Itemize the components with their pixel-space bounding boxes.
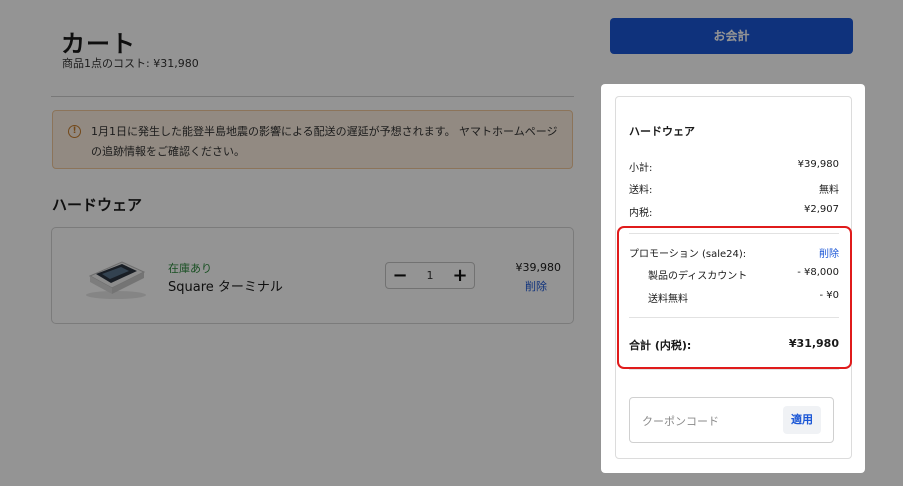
stock-status: 在庫あり: [168, 262, 212, 275]
info-circle-icon: !: [68, 125, 81, 138]
item-price: ¥39,980: [515, 261, 562, 274]
increase-quantity-button[interactable]: +: [446, 263, 474, 288]
divider: [629, 369, 839, 370]
promotion-highlight-box: [617, 226, 852, 369]
quantity-stepper: − 1 +: [385, 262, 475, 289]
subtotal-value: ¥39,980: [797, 159, 839, 170]
section-heading-hardware: ハードウェア: [52, 196, 143, 214]
notice-text: 1月1日に発生した能登半島地震の影響による配送の遅延が予想されます。 ヤマトホー…: [91, 125, 558, 158]
shipping-delay-notice: ! 1月1日に発生した能登半島地震の影響による配送の遅延が予想されます。 ヤマト…: [52, 110, 573, 169]
divider: [51, 96, 574, 97]
page-title: カート: [61, 30, 136, 58]
remove-item-link[interactable]: 削除: [525, 278, 547, 294]
cart-cost-summary: 商品1点のコスト: ¥31,980: [62, 57, 199, 70]
cart-item: 在庫あり Square ターミナル − 1 + ¥39,980 削除: [51, 227, 574, 324]
decrease-quantity-button[interactable]: −: [386, 263, 414, 288]
tax-value: ¥2,907: [804, 204, 839, 215]
summary-title: ハードウェア: [629, 125, 695, 138]
quantity-value[interactable]: 1: [414, 263, 446, 288]
item-name: Square ターミナル: [168, 280, 283, 295]
checkout-button[interactable]: お会計: [610, 18, 853, 54]
shipping-value: 無料: [819, 185, 839, 196]
coupon-form: 適用: [629, 397, 834, 443]
square-terminal-image: [82, 250, 150, 304]
tax-label: 内税:: [629, 208, 653, 219]
shipping-label: 送料:: [629, 185, 653, 196]
coupon-code-input[interactable]: [640, 410, 774, 432]
apply-coupon-button[interactable]: 適用: [783, 406, 821, 434]
subtotal-label: 小計:: [629, 163, 653, 174]
